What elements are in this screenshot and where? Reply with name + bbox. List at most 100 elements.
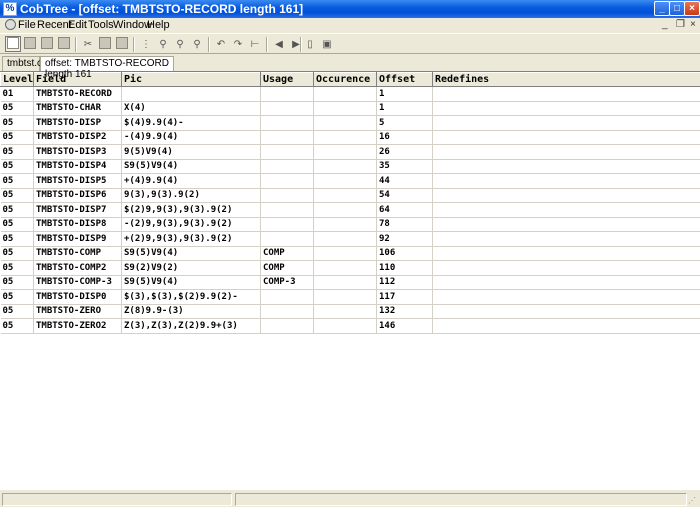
- menu-tools[interactable]: Tools: [88, 19, 114, 31]
- cell-usage[interactable]: [260, 202, 314, 218]
- copy-icon[interactable]: [97, 36, 113, 52]
- cell-offset[interactable]: 1: [376, 101, 433, 116]
- cell-offset[interactable]: 26: [376, 144, 433, 160]
- minimize-button[interactable]: _: [654, 1, 670, 16]
- table-row[interactable]: 05 TMBTSTO-COMP S9(5)V9(4) COMP 106: [0, 246, 700, 261]
- cell-offset[interactable]: 117: [376, 289, 433, 305]
- cell-usage[interactable]: [260, 304, 314, 319]
- cell-offset[interactable]: 54: [376, 188, 433, 203]
- table-row[interactable]: 05 TMBTSTO-COMP2 S9(2)V9(2) COMP 110: [0, 260, 700, 276]
- cell-offset[interactable]: 1: [376, 86, 433, 102]
- cell-pic[interactable]: S9(2)V9(2): [121, 260, 261, 276]
- cell-redefines[interactable]: [432, 217, 700, 232]
- cell-offset[interactable]: 35: [376, 159, 433, 174]
- cell-pic[interactable]: S9(5)V9(4): [121, 246, 261, 261]
- table-row[interactable]: 05 TMBTSTO-DISP5 +(4)9.9(4) 44: [0, 173, 700, 189]
- tab-source-file[interactable]: tmbtst.cbl: [2, 56, 50, 71]
- cell-redefines[interactable]: [432, 159, 700, 174]
- cell-pic[interactable]: -(4)9.9(4): [121, 130, 261, 145]
- cell-redefines[interactable]: [432, 260, 700, 276]
- cell-usage[interactable]: COMP-3: [260, 275, 314, 290]
- cell-level[interactable]: 05: [0, 318, 34, 334]
- cell-occurence[interactable]: [313, 289, 377, 305]
- cell-redefines[interactable]: [432, 318, 700, 334]
- cell-offset[interactable]: 92: [376, 231, 433, 247]
- cell-occurence[interactable]: [313, 202, 377, 218]
- cell-field[interactable]: TMBTSTO-COMP2: [33, 260, 122, 276]
- table-row[interactable]: 05 TMBTSTO-DISP $(4)9.9(4)- 5: [0, 115, 700, 131]
- cell-field[interactable]: TMBTSTO-DISP: [33, 115, 122, 131]
- table-row[interactable]: 05 TMBTSTO-DISP8 -(2)9,9(3),9(3).9(2) 78: [0, 217, 700, 232]
- cell-redefines[interactable]: [432, 188, 700, 203]
- resize-grip-icon[interactable]: ⋰: [688, 496, 698, 506]
- cell-offset[interactable]: 146: [376, 318, 433, 334]
- cell-pic[interactable]: 9(5)V9(4): [121, 144, 261, 160]
- table-row[interactable]: 05 TMBTSTO-DISP9 +(2)9,9(3),9(3).9(2) 92: [0, 231, 700, 247]
- cell-level[interactable]: 05: [0, 159, 34, 174]
- cell-offset[interactable]: 16: [376, 130, 433, 145]
- cell-pic[interactable]: $(3),$(3),$(2)9.9(2)-: [121, 289, 261, 305]
- mdi-minimize-icon[interactable]: _: [662, 19, 668, 30]
- cell-pic[interactable]: X(4): [121, 101, 261, 116]
- forward-icon[interactable]: ↷: [230, 36, 246, 52]
- cell-level[interactable]: 05: [0, 101, 34, 116]
- cell-usage[interactable]: [260, 231, 314, 247]
- cell-pic[interactable]: S9(5)V9(4): [121, 159, 261, 174]
- cell-redefines[interactable]: [432, 86, 700, 102]
- cell-offset[interactable]: 110: [376, 260, 433, 276]
- open-icon[interactable]: [22, 36, 38, 52]
- cut-icon[interactable]: ✂: [80, 36, 96, 52]
- cell-level[interactable]: 05: [0, 246, 34, 261]
- cell-pic[interactable]: 9(3),9(3).9(2): [121, 188, 261, 203]
- cell-field[interactable]: TMBTSTO-CHAR: [33, 101, 122, 116]
- cell-field[interactable]: TMBTSTO-ZERO2: [33, 318, 122, 334]
- cell-usage[interactable]: [260, 289, 314, 305]
- print-icon[interactable]: [56, 36, 72, 52]
- cell-redefines[interactable]: [432, 115, 700, 131]
- table-row[interactable]: 05 TMBTSTO-DISP6 9(3),9(3).9(2) 54: [0, 188, 700, 203]
- cell-usage[interactable]: [260, 188, 314, 203]
- cell-occurence[interactable]: [313, 173, 377, 189]
- cell-redefines[interactable]: [432, 289, 700, 305]
- col-header-usage[interactable]: Usage: [260, 72, 314, 87]
- cell-usage[interactable]: [260, 144, 314, 160]
- cell-level[interactable]: 05: [0, 130, 34, 145]
- cell-level[interactable]: 05: [0, 188, 34, 203]
- close-button[interactable]: ×: [684, 1, 700, 16]
- cell-field[interactable]: TMBTSTO-DISP7: [33, 202, 122, 218]
- cell-field[interactable]: TMBTSTO-ZERO: [33, 304, 122, 319]
- cell-field[interactable]: TMBTSTO-COMP-3: [33, 275, 122, 290]
- cell-occurence[interactable]: [313, 101, 377, 116]
- menu-file[interactable]: File: [18, 19, 36, 31]
- cell-usage[interactable]: [260, 115, 314, 131]
- new-icon[interactable]: [5, 36, 21, 52]
- left-icon[interactable]: ◀: [271, 36, 287, 52]
- cell-occurence[interactable]: [313, 246, 377, 261]
- cell-usage[interactable]: [260, 130, 314, 145]
- cell-occurence[interactable]: [313, 115, 377, 131]
- tree-icon[interactable]: ⋮: [138, 36, 154, 52]
- cell-pic[interactable]: -(2)9,9(3),9(3).9(2): [121, 217, 261, 232]
- cell-field[interactable]: TMBTSTO-COMP: [33, 246, 122, 261]
- cell-redefines[interactable]: [432, 231, 700, 247]
- cell-redefines[interactable]: [432, 202, 700, 218]
- save-icon[interactable]: [39, 36, 55, 52]
- cell-field[interactable]: TMBTSTO-DISP2: [33, 130, 122, 145]
- col-header-offset[interactable]: Offset: [376, 72, 433, 87]
- delete-icon[interactable]: ▯: [302, 36, 318, 52]
- cell-level[interactable]: 01: [0, 86, 34, 102]
- cell-redefines[interactable]: [432, 144, 700, 160]
- cell-pic[interactable]: Z(3),Z(3),Z(2)9.9+(3): [121, 318, 261, 334]
- cell-level[interactable]: 05: [0, 275, 34, 290]
- cell-offset[interactable]: 5: [376, 115, 433, 131]
- cell-pic[interactable]: $(2)9,9(3),9(3).9(2): [121, 202, 261, 218]
- cell-occurence[interactable]: [313, 275, 377, 290]
- cell-level[interactable]: 05: [0, 173, 34, 189]
- cell-offset[interactable]: 44: [376, 173, 433, 189]
- title-bar[interactable]: % CobTree - [offset: TMBTSTO-RECORD leng…: [0, 0, 700, 18]
- cell-field[interactable]: TMBTSTO-DISP4: [33, 159, 122, 174]
- cell-usage[interactable]: [260, 318, 314, 334]
- cell-pic[interactable]: [121, 86, 261, 102]
- cell-occurence[interactable]: [313, 304, 377, 319]
- cell-level[interactable]: 05: [0, 231, 34, 247]
